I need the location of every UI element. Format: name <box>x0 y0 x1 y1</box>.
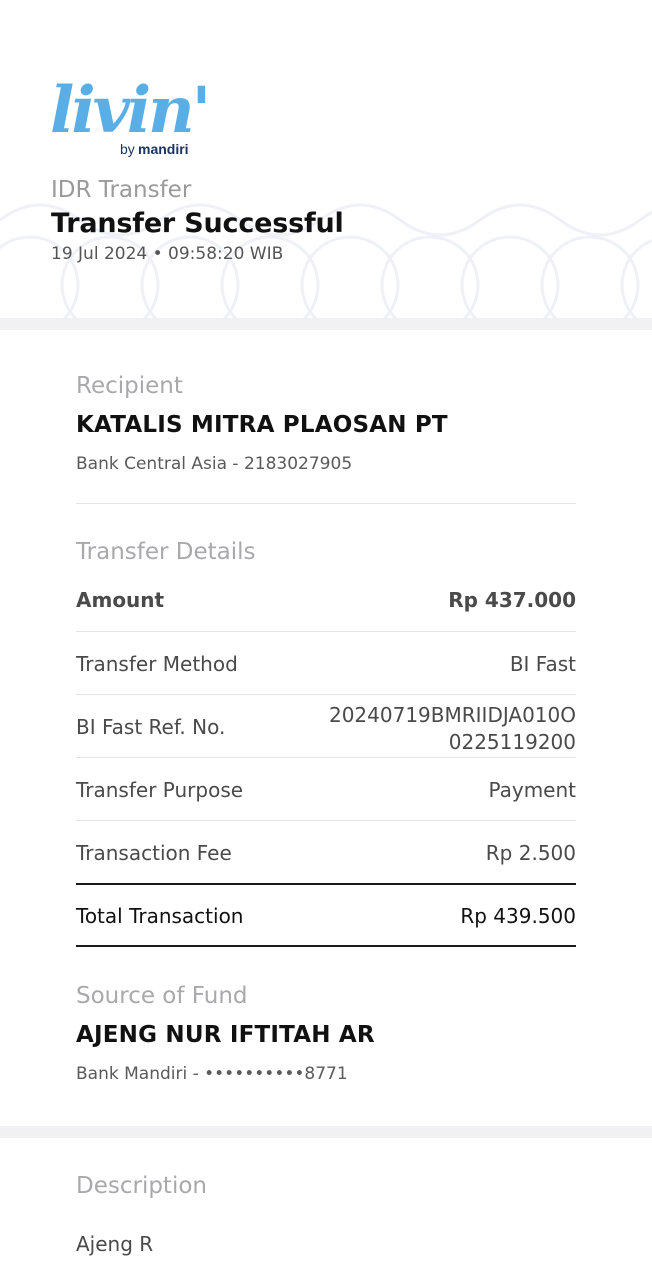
recipient-account: Bank Central Asia - 2183027905 <box>76 454 353 474</box>
description-value: Ajeng R <box>76 1232 154 1256</box>
receipt-header: livin' by mandiri IDR Transfer Transfer … <box>0 0 652 318</box>
transaction-datetime: 19 Jul 2024 • 09:58:20 WIB <box>51 244 284 264</box>
total-divider-bottom <box>76 945 576 947</box>
source-of-fund-label: Source of Fund <box>76 983 248 1009</box>
reference-number-value: 20240719BMRIIDJA010O 0225119200 <box>329 702 576 756</box>
divider <box>76 757 576 758</box>
amount-value: Rp 437.000 <box>448 588 576 612</box>
divider <box>76 820 576 821</box>
livin-logo: livin' by mandiri <box>50 73 210 157</box>
transfer-purpose-label: Transfer Purpose <box>76 778 244 802</box>
total-divider-top <box>76 883 576 885</box>
recipient-name: KATALIS MITRA PLAOSAN PT <box>76 412 448 438</box>
transfer-method-value: BI Fast <box>509 652 576 676</box>
divider <box>76 503 576 504</box>
total-transaction-label: Total Transaction <box>76 904 244 928</box>
logo-wordmark: livin' <box>50 73 208 148</box>
page-title: Transfer Successful <box>51 208 344 239</box>
recipient-label: Recipient <box>76 373 183 399</box>
transaction-fee-value: Rp 2.500 <box>485 841 576 865</box>
section-separator <box>0 318 652 330</box>
transfer-purpose-value: Payment <box>488 778 576 802</box>
logo-by: by <box>120 141 135 157</box>
divider <box>76 631 576 632</box>
logo-bank: mandiri <box>138 141 189 157</box>
description-label: Description <box>76 1173 207 1199</box>
section-separator <box>0 1126 652 1138</box>
amount-label: Amount <box>76 588 165 612</box>
divider <box>76 694 576 695</box>
transfer-details-label: Transfer Details <box>76 539 256 565</box>
reference-number-line-1: 20240719BMRIIDJA010O <box>328 703 576 727</box>
source-of-fund-account: Bank Mandiri - ••••••••••8771 <box>76 1064 348 1084</box>
transaction-fee-label: Transaction Fee <box>76 841 232 865</box>
reference-number-label: BI Fast Ref. No. <box>76 715 226 739</box>
reference-number-line-2: 0225119200 <box>448 730 576 754</box>
transfer-method-label: Transfer Method <box>76 652 238 676</box>
transfer-type: IDR Transfer <box>51 177 192 203</box>
total-transaction-value: Rp 439.500 <box>460 904 576 928</box>
source-of-fund-name: AJENG NUR IFTITAH AR <box>76 1022 375 1048</box>
